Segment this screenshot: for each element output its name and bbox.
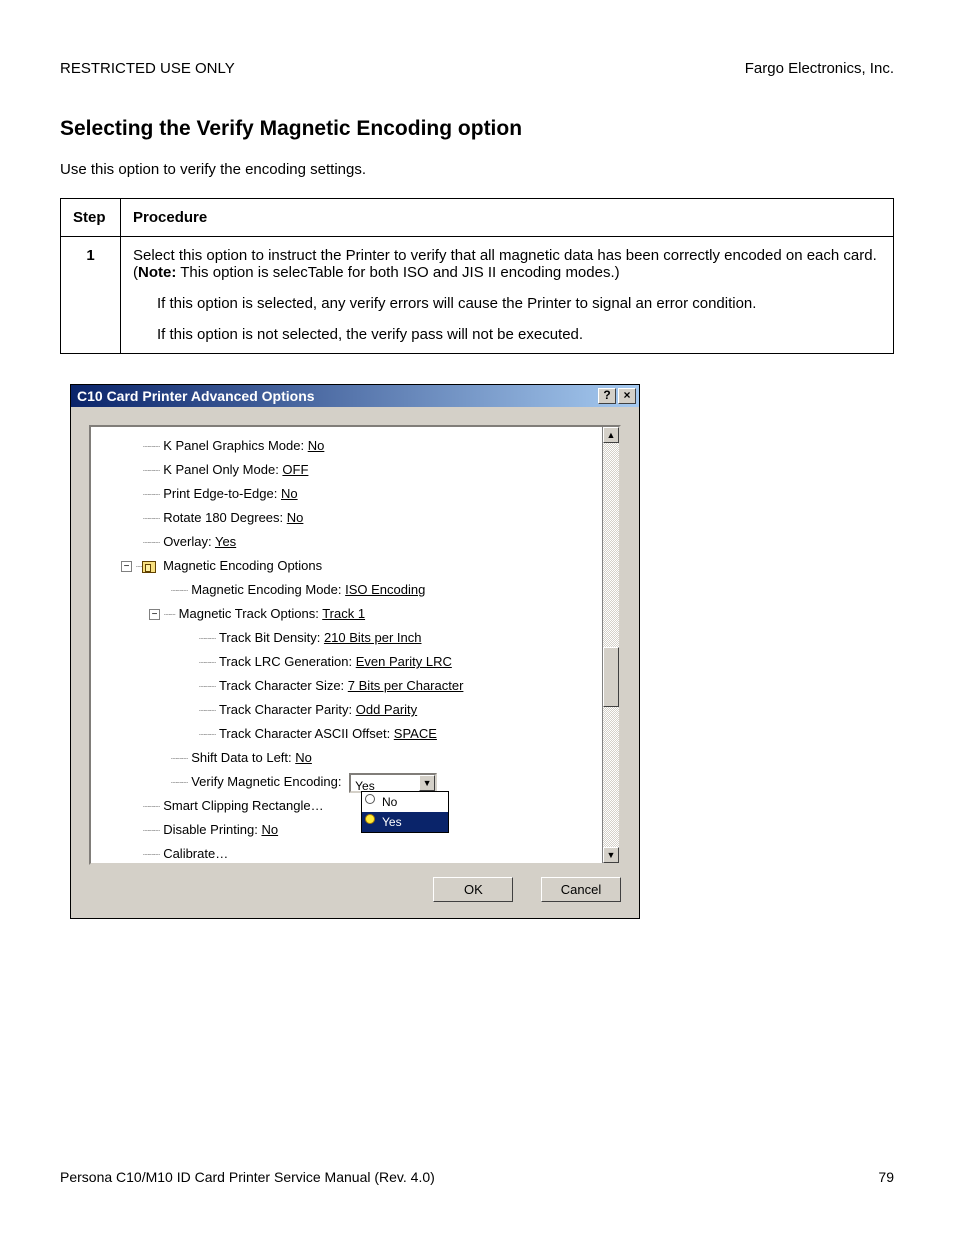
tree-item-verify-magnetic[interactable]: ┈┈┈ Verify Magnetic Encoding: Yes ▼ No Y… [99,771,619,795]
intro-text: Use this option to verify the encoding s… [60,161,894,178]
page: RESTRICTED USE ONLY Fargo Electronics, I… [0,0,954,1235]
footer-left: Persona C10/M10 ID Card Printer Service … [60,1169,435,1185]
folder-icon [142,561,156,573]
col-step: Step [61,199,121,237]
tree-item-lrc[interactable]: ┈┈┈ Track LRC Generation: Even Parity LR… [99,651,619,675]
vertical-scrollbar[interactable]: ▲ ▼ [602,427,619,863]
proc-p2: If this option is selected, any verify e… [157,295,881,312]
step-number: 1 [61,237,121,354]
col-procedure: Procedure [121,199,894,237]
collapse-icon[interactable]: − [149,609,160,620]
tree-item-disable-printing[interactable]: ┈┈┈ Disable Printing: No [99,819,619,843]
tree-item-encoding-mode[interactable]: ┈┈┈ Magnetic Encoding Mode: ISO Encoding [99,579,619,603]
tree-item-print-edge[interactable]: ┈┈┈ Print Edge-to-Edge: No [99,483,619,507]
tree-item-smart-clipping[interactable]: ┈┈┈ Smart Clipping Rectangle… [99,795,619,819]
tree-item-shift-data[interactable]: ┈┈┈ Shift Data to Left: No [99,747,619,771]
scroll-up-button[interactable]: ▲ [603,427,619,443]
tree-node-magnetic-options[interactable]: −┈ Magnetic Encoding Options [99,555,619,579]
options-tree[interactable]: ┈┈┈ K Panel Graphics Mode: No ┈┈┈ K Pane… [89,425,621,865]
collapse-icon[interactable]: − [121,561,132,572]
procedure-table: Step Procedure 1 Select this option to i… [60,198,894,354]
tree-item-calibrate[interactable]: ┈┈┈ Calibrate… [99,843,619,865]
verify-magnetic-combo[interactable]: Yes ▼ [349,773,437,793]
tree-item-k-panel-only[interactable]: ┈┈┈ K Panel Only Mode: OFF [99,459,619,483]
tree-item-char-size[interactable]: ┈┈┈ Track Character Size: 7 Bits per Cha… [99,675,619,699]
dialog-titlebar[interactable]: C10 Card Printer Advanced Options ? × [71,385,639,407]
page-footer: Persona C10/M10 ID Card Printer Service … [60,1169,894,1185]
tree-item-overlay[interactable]: ┈┈┈ Overlay: Yes [99,531,619,555]
page-header: RESTRICTED USE ONLY Fargo Electronics, I… [60,60,894,77]
proc-p3: If this option is not selected, the veri… [157,326,881,343]
section-title: Selecting the Verify Magnetic Encoding o… [60,117,894,141]
chevron-down-icon[interactable]: ▼ [419,775,435,791]
procedure-cell: Select this option to instruct the Print… [121,237,894,354]
cancel-button[interactable]: Cancel [541,877,621,902]
dialog-body: ┈┈┈ K Panel Graphics Mode: No ┈┈┈ K Pane… [71,407,639,918]
tree-item-rotate[interactable]: ┈┈┈ Rotate 180 Degrees: No [99,507,619,531]
advanced-options-dialog: C10 Card Printer Advanced Options ? × ┈┈… [70,384,640,919]
tree-item-k-panel-graphics[interactable]: ┈┈┈ K Panel Graphics Mode: No [99,435,619,459]
scroll-track[interactable] [603,443,619,847]
close-button[interactable]: × [618,388,636,404]
page-number: 79 [878,1169,894,1185]
tree-node-track-options[interactable]: −┈┈ Magnetic Track Options: Track 1 [99,603,619,627]
header-left: RESTRICTED USE ONLY [60,60,235,77]
proc-p1: Select this option to instruct the Print… [133,247,881,281]
scroll-thumb[interactable] [603,647,619,707]
help-button[interactable]: ? [598,388,616,404]
tree-item-ascii-offset[interactable]: ┈┈┈ Track Character ASCII Offset: SPACE [99,723,619,747]
header-right: Fargo Electronics, Inc. [745,60,894,77]
scroll-down-button[interactable]: ▼ [603,847,619,863]
tree-item-bit-density[interactable]: ┈┈┈ Track Bit Density: 210 Bits per Inch [99,627,619,651]
ok-button[interactable]: OK [433,877,513,902]
dialog-button-row: OK Cancel [89,865,621,904]
tree-item-char-parity[interactable]: ┈┈┈ Track Character Parity: Odd Parity [99,699,619,723]
dialog-title: C10 Card Printer Advanced Options [77,388,596,404]
